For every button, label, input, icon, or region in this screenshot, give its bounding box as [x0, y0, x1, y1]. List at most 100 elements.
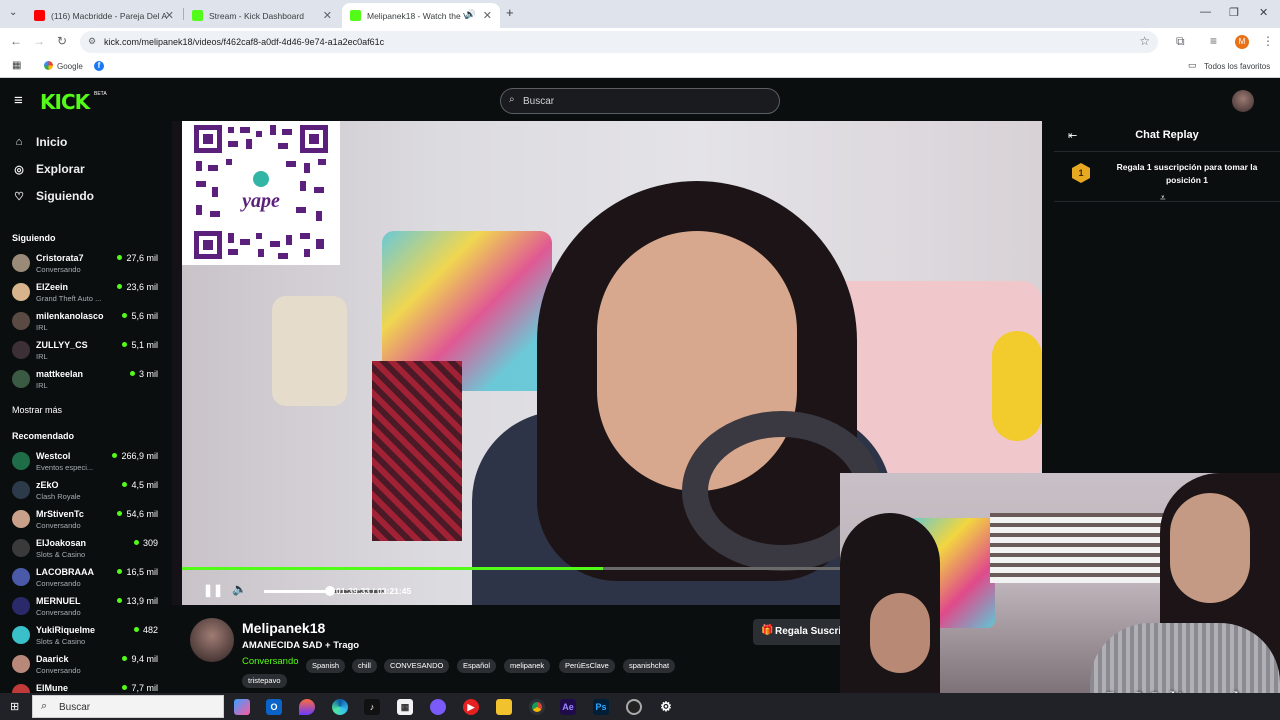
pause-icon[interactable]: ❚❚ — [203, 583, 223, 597]
following-channel[interactable]: mattkeelan IRL 3 mil — [12, 367, 162, 395]
windows-start-icon[interactable]: ⊞ — [10, 700, 19, 713]
following-channel[interactable]: ElZeein Grand Theft Auto ... 23,6 mil — [12, 280, 162, 308]
streamer-name[interactable]: Melipanek18 — [242, 620, 325, 636]
menu-kebab-icon[interactable]: ⋮ — [1262, 34, 1274, 48]
tab-audio-icon[interactable]: 🔊 — [465, 9, 476, 20]
tab-youtube[interactable]: (116) Macbridde - Pareja Del A ✕ — [26, 3, 182, 28]
expand-chevron-icon[interactable]: ⩡ — [1160, 193, 1166, 204]
bookmark-google[interactable]: Google — [57, 62, 83, 71]
taskbar-search[interactable]: ⌕ Buscar — [32, 695, 224, 718]
close-window-icon[interactable]: ✕ — [1259, 6, 1268, 19]
recommended-channel[interactable]: ElMune 7,7 mil — [12, 681, 162, 693]
recommended-channel[interactable]: YukiRiquelme Slots & Casino 482 — [12, 623, 162, 651]
after-effects-icon[interactable]: Ae — [560, 699, 576, 715]
user-avatar[interactable] — [1232, 90, 1254, 112]
channel-avatar — [12, 452, 30, 470]
viewer-count: 3 mil — [129, 369, 158, 379]
calendar-app-icon[interactable]: ▦ — [397, 699, 413, 715]
tag[interactable]: tristepavo — [242, 674, 287, 688]
folder-icon: ▭ — [1188, 60, 1197, 70]
tag[interactable]: spanishchat — [623, 659, 676, 673]
paint-icon[interactable] — [299, 699, 315, 715]
search-input[interactable]: ⌕ Buscar — [500, 88, 780, 114]
nav-siguiendo[interactable]: ♡ Siguiendo — [12, 189, 94, 203]
channel-avatar — [12, 254, 30, 272]
all-favorites[interactable]: Todos los favoritos — [1204, 62, 1270, 71]
recommended-channel[interactable]: Daarick Conversando 9,4 mil — [12, 652, 162, 680]
stream-category[interactable]: Conversando — [242, 656, 299, 667]
site-info-icon[interactable]: ⚙ — [88, 36, 96, 47]
rank-one-badge: 1 — [1072, 163, 1090, 183]
address-bar[interactable]: ⚙ kick.com/melipanek18/videos/f462caf8-a… — [80, 31, 1158, 53]
tag[interactable]: Spanish — [306, 659, 346, 673]
recommended-channel[interactable]: MrStivenTc Conversando 54,6 mil — [12, 507, 162, 535]
volume-fill — [264, 590, 330, 593]
gift-sub-button[interactable]: 🎁 Regala Suscri — [753, 619, 853, 645]
nav-explorar[interactable]: ◎ Explorar — [12, 162, 85, 176]
gift-prompt[interactable]: Regala 1 suscripción para tomar la posic… — [1104, 161, 1270, 187]
profile-avatar[interactable]: M — [1235, 35, 1249, 49]
tab-kick-dashboard[interactable]: Stream - Kick Dashboard ✕ — [184, 3, 340, 28]
tab-close-icon[interactable]: ✕ — [165, 9, 174, 22]
tag[interactable]: CONVESANDO — [384, 659, 450, 673]
recommended-channel[interactable]: Westcol Eventos especi... 266,9 mil — [12, 449, 162, 477]
tab-close-icon[interactable]: ✕ — [323, 9, 332, 22]
chrome-icon[interactable] — [529, 699, 545, 715]
hamburger-menu-icon[interactable]: ≡ — [14, 92, 23, 109]
recommended-channel[interactable]: zEkO Clash Royale 4,5 mil — [12, 478, 162, 506]
apps-grid-icon[interactable]: ▦ — [12, 60, 21, 71]
file-explorer-icon[interactable] — [496, 699, 512, 715]
obs-icon[interactable] — [626, 699, 642, 715]
recommended-channel[interactable]: ElJoakosan Slots & Casino 309 — [12, 536, 162, 564]
extensions-icon[interactable]: ⧉ — [1176, 34, 1185, 49]
tag[interactable]: melipanek — [504, 659, 551, 673]
viewer-count: 309 — [133, 538, 158, 548]
minimize-icon[interactable]: — — [1200, 6, 1211, 18]
tiktok-icon[interactable]: ♪ — [364, 699, 380, 715]
forward-icon[interactable]: → — [33, 34, 45, 48]
new-tab-button[interactable]: + — [506, 5, 514, 20]
edge-icon[interactable] — [332, 699, 348, 715]
following-channel[interactable]: milenkanolasco IRL 5,6 mil — [12, 309, 162, 337]
viewer-count-value: 54,6 mil — [126, 509, 158, 519]
tab-search-chevron-icon[interactable]: ⌄ — [9, 7, 17, 18]
viewer-count: 4,5 mil — [122, 480, 158, 490]
tab-close-icon[interactable]: ✕ — [483, 9, 492, 22]
chat-divider — [1054, 151, 1280, 152]
tag[interactable]: PerúEsClave — [559, 659, 615, 673]
show-more-link[interactable]: Mostrar más — [12, 405, 62, 415]
back-icon[interactable]: ← — [10, 34, 22, 48]
bookmark-star-icon[interactable]: ☆ — [1139, 34, 1150, 48]
youtube-favicon-icon — [34, 10, 45, 21]
tab-melipanek-active[interactable]: Melipanek18 - Watch the V 🔊 ✕ — [342, 3, 500, 28]
viewer-count-value: 9,4 mil — [131, 654, 158, 664]
nav-inicio[interactable]: ⌂ Inicio — [12, 135, 68, 149]
volume-icon[interactable]: 🔈 — [232, 582, 247, 596]
media-player-icon[interactable]: ▶ — [463, 699, 479, 715]
widgets-icon[interactable] — [234, 699, 250, 715]
tag[interactable]: Español — [457, 659, 497, 673]
app-circle-icon[interactable] — [430, 699, 446, 715]
recommended-channel[interactable]: MERNUEL Conversando 13,9 mil — [12, 594, 162, 622]
url-text: kick.com/melipanek18/videos/f462caf8-a0d… — [104, 37, 385, 47]
volume-knob[interactable] — [325, 586, 335, 596]
kick-logo[interactable]: KICK — [40, 90, 90, 114]
restore-icon[interactable]: ❐ — [1229, 6, 1239, 19]
following-channel[interactable]: ZULLYY_CS IRL 5,1 mil — [12, 338, 162, 366]
settings-gear-icon[interactable]: ⚙ — [658, 699, 674, 715]
following-channel[interactable]: Cristorata7 Conversando 27,6 mil — [12, 251, 162, 279]
photoshop-icon[interactable]: Ps — [593, 699, 609, 715]
media-controls-icon[interactable]: ≡ — [1210, 34, 1217, 48]
recommended-channel[interactable]: LACOBRAAA Conversando 16,5 mil — [12, 565, 162, 593]
search-icon: ⌕ — [509, 94, 515, 105]
live-dot-icon — [133, 627, 139, 632]
streamer-avatar[interactable] — [190, 618, 234, 662]
viewer-count: 266,9 mil — [112, 451, 158, 461]
facebook-icon[interactable]: f — [94, 61, 104, 71]
tag[interactable]: chill — [352, 659, 377, 673]
channel-avatar — [12, 481, 30, 499]
reload-icon[interactable]: ↻ — [57, 34, 67, 48]
outlook-icon[interactable]: O — [266, 699, 282, 715]
channel-name: mattkeelan — [36, 369, 84, 379]
webcam-overlay: Ig:Melipanek — [840, 473, 1280, 720]
